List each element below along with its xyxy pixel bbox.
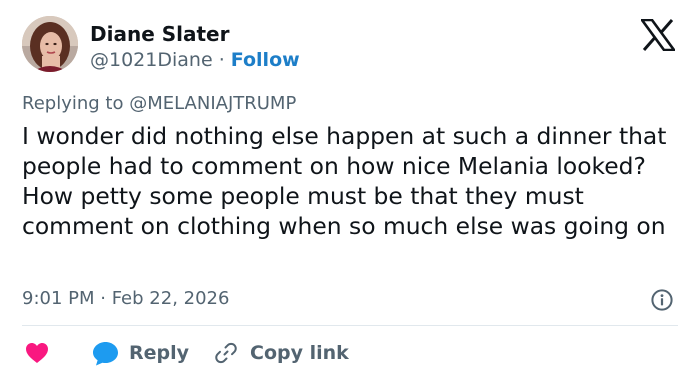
tweet-text: I wonder did nothing else happen at such… xyxy=(22,122,667,240)
author-handle[interactable]: @1021Diane xyxy=(90,49,213,71)
author-name[interactable]: Diane Slater xyxy=(90,22,229,46)
info-glyph xyxy=(651,289,673,311)
copy-link-button[interactable]: Copy link xyxy=(214,339,349,367)
speech-bubble-icon xyxy=(93,341,118,365)
replying-to[interactable]: Replying to @MELANIAJTRUMP xyxy=(22,92,296,116)
divider xyxy=(22,325,678,326)
reply-label: Reply xyxy=(129,342,190,364)
copy-link-label: Copy link xyxy=(250,342,349,364)
follow-button[interactable]: Follow xyxy=(231,49,300,71)
tweet-timestamp[interactable]: 9:01 PM · Feb 22, 2026 xyxy=(22,287,229,311)
info-icon[interactable] xyxy=(651,289,673,311)
avatar-photo xyxy=(22,16,78,72)
reply-button[interactable]: Reply xyxy=(92,339,189,367)
avatar[interactable] xyxy=(22,16,78,72)
heart-icon xyxy=(26,343,48,363)
handle-separator: · xyxy=(218,49,225,71)
like-button[interactable] xyxy=(25,339,49,367)
x-logo-glyph xyxy=(639,18,677,52)
x-logo-icon[interactable] xyxy=(639,18,677,52)
link-icon xyxy=(215,342,237,364)
tweet-card: Diane Slater @1021Diane · Follow Replyin… xyxy=(0,0,700,379)
author-handle-row: @1021Diane · Follow xyxy=(90,48,300,72)
